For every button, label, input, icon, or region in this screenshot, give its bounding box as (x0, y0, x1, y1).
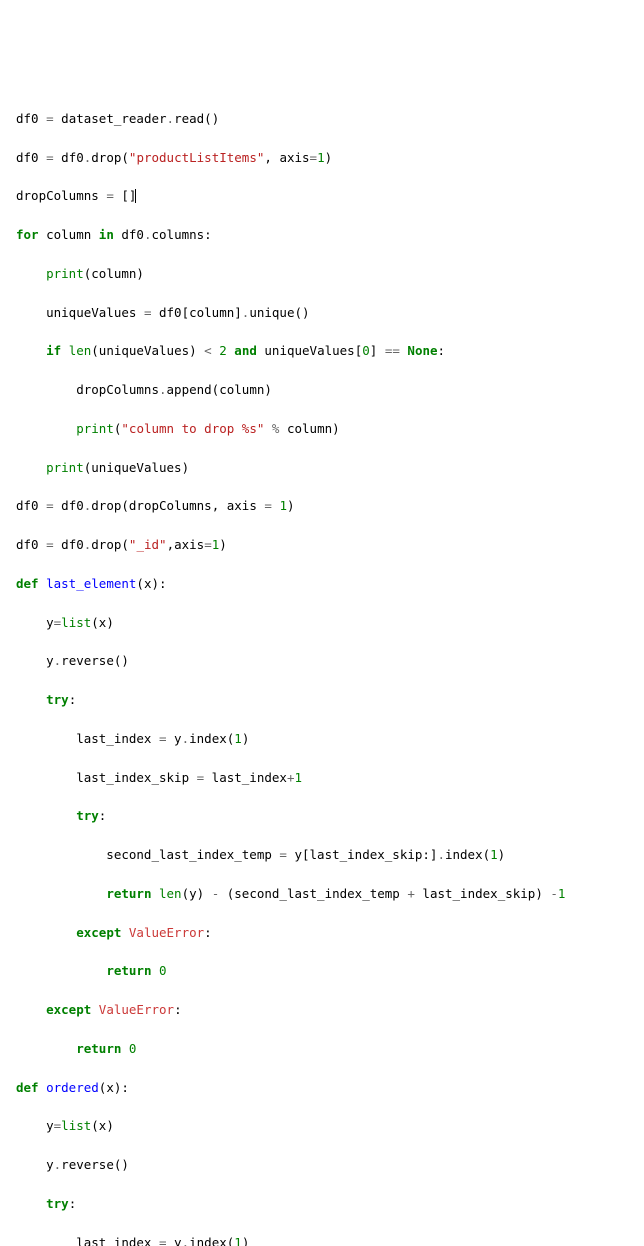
code-line: try: (16, 1194, 628, 1213)
code-line: except ValueError: (16, 923, 628, 942)
code-line: return len(y) - (second_last_index_temp … (16, 884, 628, 903)
code-line: dropColumns.append(column) (16, 380, 628, 399)
code-line: df0 = df0.drop("productListItems", axis=… (16, 148, 628, 167)
code-block: df0 = dataset_reader.read() df0 = df0.dr… (16, 90, 628, 1246)
code-line: y.reverse() (16, 1155, 628, 1174)
code-line: df0 = df0.drop(dropColumns, axis = 1) (16, 496, 628, 515)
code-line: uniqueValues = df0[column].unique() (16, 303, 628, 322)
code-line: second_last_index_temp = y[last_index_sk… (16, 845, 628, 864)
code-line: if len(uniqueValues) < 2 and uniqueValue… (16, 341, 628, 360)
code-line: try: (16, 690, 628, 709)
code-line: dropColumns = [] (16, 186, 628, 205)
code-line: y=list(x) (16, 1116, 628, 1135)
code-line: df0 = df0.drop("_id",axis=1) (16, 535, 628, 554)
code-line: for column in df0.columns: (16, 225, 628, 244)
code-line: def last_element(x): (16, 574, 628, 593)
text-cursor (135, 189, 136, 203)
code-line: print(column) (16, 264, 628, 283)
code-line: df0 = dataset_reader.read() (16, 109, 628, 128)
code-line: last_index = y.index(1) (16, 729, 628, 748)
code-line: except ValueError: (16, 1000, 628, 1019)
code-line: print(uniqueValues) (16, 458, 628, 477)
code-line: last_index = y.index(1) (16, 1233, 628, 1246)
code-line: def ordered(x): (16, 1078, 628, 1097)
code-line: y.reverse() (16, 651, 628, 670)
code-line: return 0 (16, 961, 628, 980)
code-line: return 0 (16, 1039, 628, 1058)
code-line: last_index_skip = last_index+1 (16, 768, 628, 787)
code-line: print("column to drop %s" % column) (16, 419, 628, 438)
code-line: y=list(x) (16, 613, 628, 632)
code-line: try: (16, 806, 628, 825)
